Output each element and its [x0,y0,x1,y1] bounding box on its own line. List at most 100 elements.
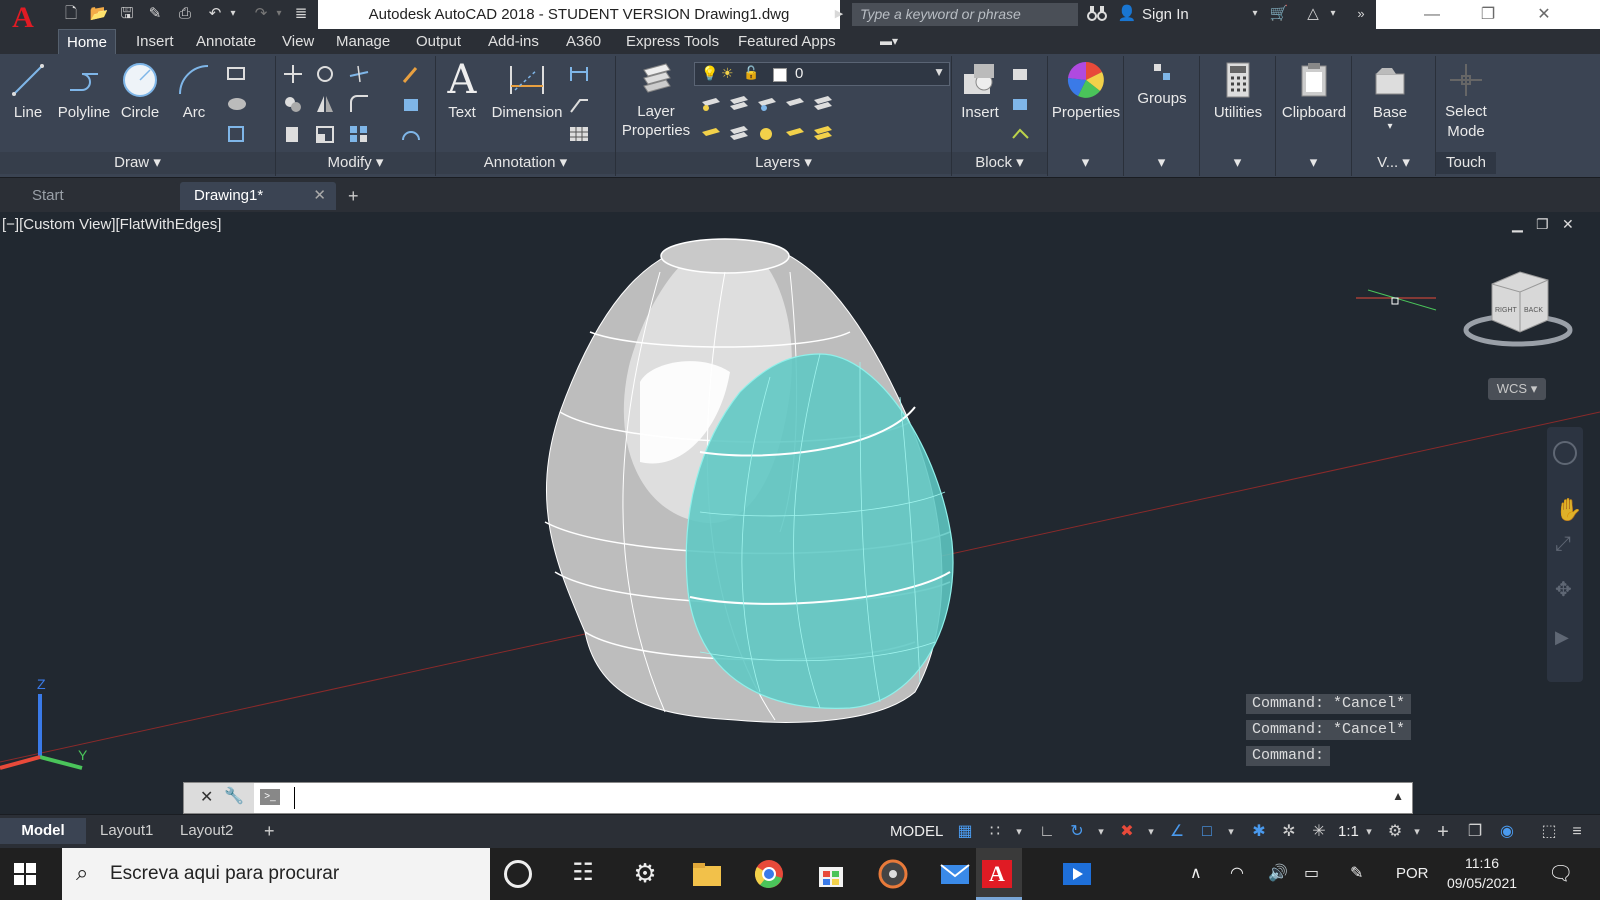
new-tab-icon[interactable]: + [340,182,372,210]
create-block-icon[interactable] [1010,64,1032,84]
taskbar-search-input[interactable]: Escreva aqui para procurar [62,848,490,900]
layer-tool-10-icon[interactable] [812,124,834,144]
explode-icon[interactable] [400,94,422,114]
annotation-monitor-icon[interactable]: + [1432,821,1454,843]
dimension-tool[interactable]: Dimension [490,60,564,121]
settings-gear-icon[interactable]: ⚙ [628,858,662,890]
hardware-acceleration-icon[interactable]: ◉ [1496,821,1518,843]
tab-featured-apps[interactable]: Featured Apps [730,29,844,54]
offset-icon[interactable] [400,124,422,144]
doc-tab-drawing1[interactable]: Drawing1* ✕ [180,182,336,210]
a360-dropdown-icon[interactable]: ▾ [1322,4,1344,24]
a360-icon[interactable]: △ [1302,4,1324,24]
add-layout-icon[interactable]: + [252,818,287,844]
new-file-icon[interactable]: 🗋 [60,4,82,24]
tab-output[interactable]: Output [408,29,469,54]
layer-dropdown[interactable]: 💡 ☀ 🔓 0 ▼ [694,62,950,86]
properties-tool[interactable]: Properties [1048,60,1124,121]
battery-icon[interactable]: ▭ [1304,848,1319,900]
erase-icon[interactable] [400,64,422,84]
restore-icon[interactable]: ❐ [1460,0,1516,29]
minimize-icon[interactable]: — [1404,0,1460,29]
mail-icon[interactable] [938,858,972,890]
search-input[interactable]: Type a keyword or phrase [852,3,1078,26]
wcs-menu[interactable]: WCS ▾ [1488,378,1546,400]
tab-manage[interactable]: Manage [328,29,398,54]
block-attributes-icon[interactable] [1010,124,1032,144]
pen-icon[interactable]: ✎ [1350,848,1363,900]
arc-tool[interactable]: Arc [172,60,216,121]
layer-dropdown-arrow-icon[interactable]: ▼ [933,65,945,79]
command-close-icon[interactable]: ✕ [200,787,213,807]
clock[interactable]: 11:16 09/05/2021 [1444,853,1520,893]
drawing-viewport[interactable]: [−][Custom View][FlatWithEdges] ▁ ❐ ✕ RI… [0,212,1600,812]
layer-tool-6-icon[interactable] [700,124,722,144]
base-tool[interactable]: Base ▾ [1352,60,1428,132]
utilities-expand-icon[interactable]: ▾ [1200,152,1275,174]
more-icon[interactable]: » [1350,4,1372,24]
view-panel-title[interactable]: V... ▾ [1352,152,1435,174]
line-tool[interactable]: Line [6,60,50,121]
draw-panel-title[interactable]: Draw ▾ [0,152,275,174]
viewcube-back-label[interactable]: BACK [1524,307,1543,314]
sign-in-dropdown-icon[interactable]: ▾ [1244,4,1266,24]
save-as-icon[interactable]: ✎ [144,4,166,24]
stretch-icon[interactable] [282,124,304,144]
language-indicator[interactable]: POR [1396,848,1429,900]
annotation-panel-title[interactable]: Annotation ▾ [436,152,615,174]
layer-lock-icon[interactable]: 🔓 [743,65,759,81]
layer-tool-1-icon[interactable] [700,94,722,114]
save-icon[interactable]: 🖫 [116,4,138,24]
workspace-gear-icon[interactable]: ⚙ [1384,821,1406,843]
viewcube[interactable] [1463,271,1573,347]
ortho-icon[interactable]: ∟ [1036,821,1058,843]
autocad-taskbar-icon[interactable]: A [982,860,1012,888]
annotation-scale-value[interactable]: 1:1 [1338,821,1359,843]
viewcube-right-label[interactable]: RIGHT [1495,307,1518,314]
tab-a360[interactable]: A360 [558,29,609,54]
clipboard-tool[interactable]: Clipboard [1276,60,1352,121]
polar-dropdown-icon[interactable]: ▾ [1090,821,1112,843]
mirror-icon[interactable] [314,94,336,114]
command-input[interactable] [294,787,1374,809]
boundary-icon[interactable] [226,124,248,144]
layer-on-icon[interactable]: 💡 [701,65,718,82]
copy-icon[interactable] [282,94,304,114]
wifi-icon[interactable]: ◠ [1230,848,1244,900]
open-file-icon[interactable]: 📂 [88,4,110,24]
tab-insert[interactable]: Insert [128,29,182,54]
layout-tab-layout1[interactable]: Layout1 [88,818,165,844]
video-editor-icon[interactable] [1060,858,1094,890]
zoom-extents-icon[interactable]: ⤢ [1555,533,1571,556]
3d-osnap-dropdown-icon[interactable]: ▾ [1140,821,1162,843]
doc-tab-start[interactable]: Start [18,182,178,210]
command-history-toggle-icon[interactable]: ▲ [1392,789,1404,803]
chrome-icon[interactable] [752,858,786,890]
undo-icon[interactable]: ↶ [204,4,226,24]
move-icon[interactable] [282,64,304,84]
showmotion-icon[interactable]: ▶ [1555,627,1569,648]
layer-properties-tool[interactable]: Layer Properties [620,60,692,140]
windows-start-icon[interactable] [14,863,36,885]
tab-add-ins[interactable]: Add-ins [480,29,547,54]
command-customize-icon[interactable]: 🔧 [224,786,244,806]
scale-icon[interactable] [314,124,336,144]
layer-tool-8-icon[interactable] [756,124,778,144]
layout-tab-model[interactable]: Model [0,818,86,844]
redo-icon[interactable]: ↷ [250,4,272,24]
cart-icon[interactable]: 🛒 [1268,4,1290,24]
isolate-objects-icon[interactable]: ❐ [1464,821,1486,843]
circle-tool[interactable]: Circle [118,60,162,121]
redo-dropdown-icon[interactable]: ▾ [272,4,286,24]
clipboard-expand-icon[interactable]: ▾ [1276,152,1351,174]
groups-tool[interactable]: Groups [1124,60,1200,107]
object-snap-dropdown-icon[interactable]: ▾ [1220,821,1242,843]
volume-icon[interactable]: 🔊 [1268,848,1288,900]
close-tab-icon[interactable]: ✕ [313,182,326,210]
3d-osnap-icon[interactable]: ✖ [1116,821,1138,843]
text-tool[interactable]: A Text [442,60,482,121]
properties-expand-icon[interactable]: ▾ [1048,152,1123,174]
object-snap-tracking-icon[interactable]: ∠ [1166,821,1188,843]
steering-wheel-icon[interactable] [1553,441,1577,465]
media-player-icon[interactable] [876,858,910,890]
